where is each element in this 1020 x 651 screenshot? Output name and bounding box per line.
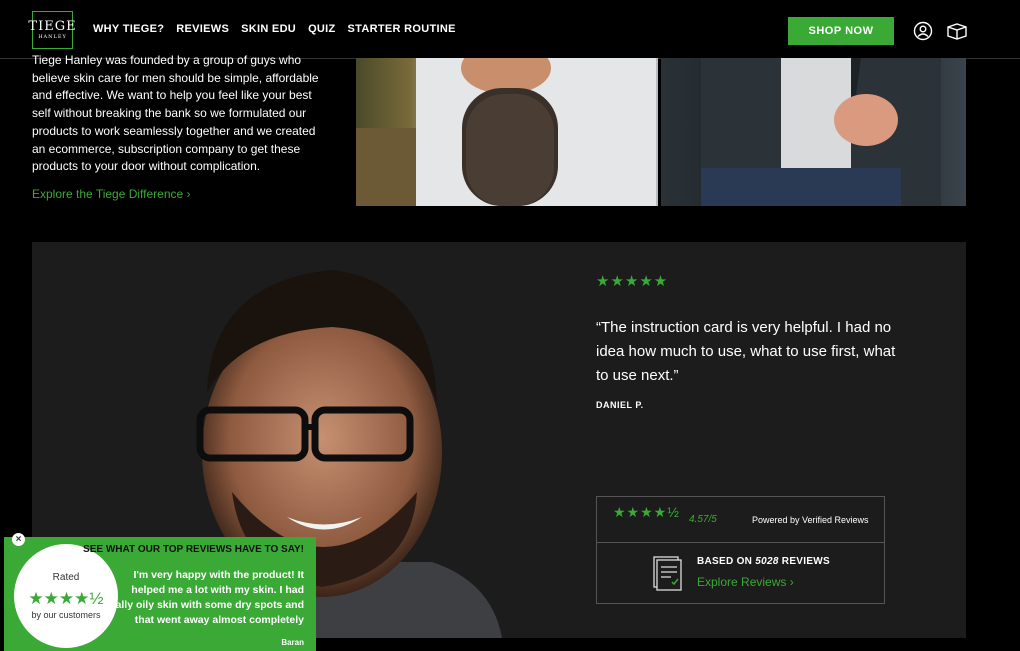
divider — [597, 542, 884, 543]
explore-difference-link[interactable]: Explore the Tiege Difference › — [32, 187, 191, 201]
review-author: DANIEL P. — [596, 400, 644, 410]
popup-reviewer-name: Baran — [281, 638, 304, 647]
lifestyle-photo-leather-jacket — [661, 58, 966, 206]
badge-stars: ★★★★½ — [28, 589, 104, 608]
rating-badge: Rated ★★★★½ by our customers — [14, 544, 118, 648]
popup-review-text: I'm very happy with the product! It help… — [105, 569, 304, 626]
nav-reviews[interactable]: REVIEWS — [176, 23, 229, 35]
average-rating-score: 4.57/5 — [689, 514, 717, 525]
nav-skin-edu[interactable]: SKIN EDU — [241, 23, 296, 35]
rated-label: Rated — [52, 572, 80, 583]
logo[interactable]: TIEGE HANLEY — [28, 11, 76, 49]
by-customers-label: by our customers — [31, 610, 101, 620]
popup-heading: SEE WHAT OUR TOP REVIEWS HAVE TO SAY! — [83, 544, 304, 555]
nav-why-tiege[interactable]: WHY TIEGE? — [93, 23, 164, 35]
close-icon[interactable]: × — [12, 533, 25, 546]
review-rating-stars: ★★★★★ — [596, 273, 669, 290]
shop-now-button[interactable]: SHOP NOW — [788, 17, 894, 45]
nav-starter-routine[interactable]: STARTER ROUTINE — [348, 23, 456, 35]
powered-by-text: Powered by Verified Reviews — [752, 515, 869, 525]
review-document-icon — [653, 556, 682, 591]
review-quote: “The instruction card is very helpful. I… — [596, 319, 896, 384]
lifestyle-photo-skateboard — [356, 58, 658, 206]
reviews-summary-box: ★★★★½ 4.57/5 Powered by Verified Reviews… — [596, 496, 885, 604]
nav-quiz[interactable]: QUIZ — [308, 23, 335, 35]
reviews-count: 5028 — [755, 556, 779, 567]
based-on-suffix: REVIEWS — [778, 556, 831, 567]
box-cart-icon[interactable] — [946, 21, 968, 41]
average-rating-stars: ★★★★½ — [613, 504, 680, 520]
site-header: TIEGE HANLEY WHY TIEGE? REVIEWS SKIN EDU… — [0, 0, 1020, 59]
based-on-reviews-text: BASED ON 5028 REVIEWS — [697, 556, 830, 567]
logo-text: TIEGE — [28, 18, 77, 34]
main-nav: WHY TIEGE? REVIEWS SKIN EDU QUIZ STARTER… — [93, 23, 456, 35]
logo-subtext: HANLEY — [38, 33, 67, 40]
about-text: Tiege Hanley was founded by a group of g… — [32, 53, 319, 174]
explore-reviews-link[interactable]: Explore Reviews › — [697, 575, 794, 589]
based-on-prefix: BASED ON — [697, 556, 756, 567]
account-icon[interactable] — [913, 21, 933, 41]
reviews-popup[interactable]: × Rated ★★★★½ by our customers SEE WHAT … — [4, 533, 316, 651]
